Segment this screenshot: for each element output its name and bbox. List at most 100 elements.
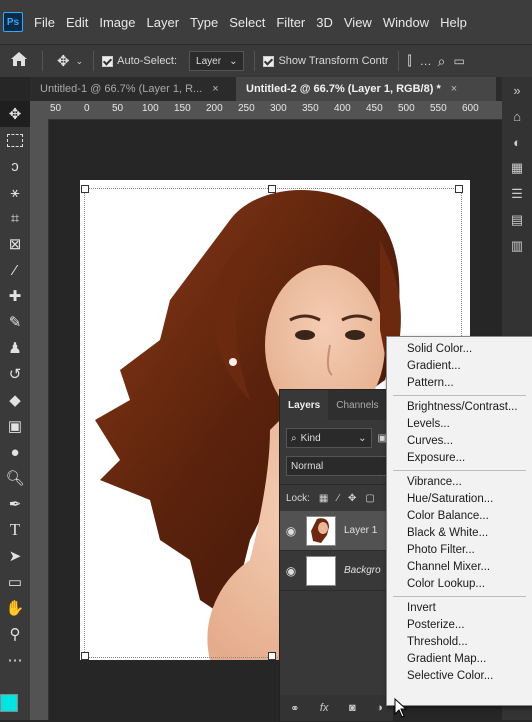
menu-item-curves[interactable]: Curves...	[387, 433, 532, 450]
menu-file[interactable]: File	[34, 15, 55, 30]
layer-row-background[interactable]: ◉ Backgro	[280, 551, 393, 591]
menu-item-posterize[interactable]: Posterize...	[387, 617, 532, 634]
menu-help[interactable]: Help	[440, 15, 467, 30]
menu-item-color-lookup[interactable]: Color Lookup...	[387, 576, 532, 593]
stamp-tool[interactable]: ♟	[0, 335, 30, 361]
add-mask-icon[interactable]: ◙	[349, 702, 356, 714]
menu-item-black-white[interactable]: Black & White...	[387, 525, 532, 542]
transform-handle[interactable]	[81, 185, 89, 193]
menu-item-photo-filter[interactable]: Photo Filter...	[387, 542, 532, 559]
libraries-icon[interactable]: ▥	[502, 233, 532, 259]
tab-layers[interactable]: Layers	[280, 390, 329, 420]
menu-item-solid-color[interactable]: Solid Color...	[387, 341, 532, 358]
menu-item-hue-saturation[interactable]: Hue/Saturation...	[387, 491, 532, 508]
menu-item-channel-mixer[interactable]: Channel Mixer...	[387, 559, 532, 576]
tab-untitled-1[interactable]: Untitled-1 @ 66.7% (Layer 1, R... ×	[30, 77, 236, 101]
lock-position-icon[interactable]: ✥	[348, 493, 356, 504]
lock-brush-icon[interactable]: ∕	[337, 493, 339, 504]
menu-filter[interactable]: Filter	[276, 15, 305, 30]
menu-item-selective-color[interactable]: Selective Color...	[387, 668, 532, 685]
menu-item-gradient[interactable]: Gradient...	[387, 358, 532, 375]
history-icon[interactable]: ⌂	[502, 103, 532, 129]
blur-tool[interactable]: ●	[0, 439, 30, 465]
auto-select-target-dropdown[interactable]: Layer ⌄	[189, 51, 245, 71]
workspace-icon[interactable]: ▭	[453, 54, 464, 68]
menu-3d[interactable]: 3D	[316, 15, 333, 30]
lock-pixels-icon[interactable]: ▦	[319, 493, 328, 504]
auto-select-checkbox[interactable]	[102, 55, 114, 67]
menu-edit[interactable]: Edit	[66, 15, 88, 30]
path-select-tool[interactable]: ➤	[0, 543, 30, 569]
menu-item-invert[interactable]: Invert	[387, 600, 532, 617]
home-icon[interactable]	[10, 51, 28, 71]
menu-layer[interactable]: Layer	[147, 15, 180, 30]
tab-channels[interactable]: Channels	[328, 390, 386, 420]
layer-row-layer-1[interactable]: ◉ Layer 1	[280, 511, 393, 551]
marquee-icon	[7, 133, 23, 147]
transform-handle[interactable]	[81, 652, 89, 660]
eraser-tool[interactable]: ◆	[0, 387, 30, 413]
menu-item-brightness-contrast[interactable]: Brightness/Contrast...	[387, 399, 532, 416]
close-icon[interactable]: ×	[212, 83, 218, 95]
auto-select-label: Auto-Select:	[117, 55, 178, 67]
transform-handle[interactable]	[268, 185, 276, 193]
gradient-tool[interactable]: ▣	[0, 413, 30, 439]
show-transform-checkbox[interactable]	[263, 55, 275, 67]
blend-mode-dropdown[interactable]: Normal	[286, 456, 387, 476]
visibility-eye-icon[interactable]: ◉	[280, 564, 302, 578]
tab-label: Untitled-2 @ 66.7% (Layer 1, RGB/8) *	[246, 83, 441, 95]
menu-item-vibrance[interactable]: Vibrance...	[387, 474, 532, 491]
fx-icon[interactable]: fx	[320, 702, 329, 714]
vertical-ruler	[30, 119, 49, 720]
blend-row: Normal	[280, 456, 393, 476]
search-icon[interactable]: ⌕	[438, 53, 446, 70]
transform-handle[interactable]	[268, 652, 276, 660]
rectangle-tool[interactable]: ▭	[0, 569, 30, 595]
healing-tool[interactable]: ✚	[0, 283, 30, 309]
color-icon[interactable]: ◐	[502, 129, 532, 155]
adjustments-icon[interactable]: ▤	[502, 207, 532, 233]
lasso-tool[interactable]: ↄ	[0, 153, 30, 179]
tab-untitled-2[interactable]: Untitled-2 @ 66.7% (Layer 1, RGB/8) * ×	[236, 77, 496, 101]
crop-tool[interactable]: ⌗	[0, 205, 30, 231]
frame-tool[interactable]: ⊠	[0, 231, 30, 257]
menu-select[interactable]: Select	[229, 15, 265, 30]
eyedropper-tool[interactable]: ⁄	[0, 257, 30, 283]
brush-tool[interactable]: ✎	[0, 309, 30, 335]
move-options-icon[interactable]: ✥	[57, 52, 70, 70]
close-icon[interactable]: ×	[451, 83, 457, 95]
chevron-down-icon[interactable]: ⌄	[76, 56, 84, 67]
zoom-tool[interactable]: ⚲	[0, 621, 30, 647]
menu-window[interactable]: Window	[383, 15, 429, 30]
foreground-color-swatch[interactable]	[0, 694, 18, 712]
pen-tool[interactable]: ✒	[0, 491, 30, 517]
hand-tool[interactable]: ✋	[0, 595, 30, 621]
menu-item-gradient-map[interactable]: Gradient Map...	[387, 651, 532, 668]
visibility-eye-icon[interactable]: ◉	[280, 524, 302, 538]
menu-type[interactable]: Type	[190, 15, 218, 30]
menu-item-pattern[interactable]: Pattern...	[387, 375, 532, 392]
link-layers-icon[interactable]: ⚭	[290, 702, 299, 715]
swatches-icon[interactable]: ▦	[502, 155, 532, 181]
transform-handle[interactable]	[455, 185, 463, 193]
menu-item-levels[interactable]: Levels...	[387, 416, 532, 433]
menu-item-exposure[interactable]: Exposure...	[387, 450, 532, 467]
magic-wand-tool[interactable]: ⚹	[0, 179, 30, 205]
menu-item-color-balance[interactable]: Color Balance...	[387, 508, 532, 525]
more-options-icon[interactable]: …	[420, 54, 432, 68]
properties-icon[interactable]: ☰	[502, 181, 532, 207]
menu-view[interactable]: View	[344, 15, 372, 30]
align-left-icon[interactable]: ⫿	[407, 53, 411, 69]
adjustment-layer-icon[interactable]: ◑	[376, 702, 383, 714]
kind-filter-dropdown[interactable]: ⌕ Kind ⌄	[286, 428, 372, 448]
more-tools[interactable]: ⋯	[0, 647, 30, 673]
menu-image[interactable]: Image	[99, 15, 135, 30]
collapse-panels-icon[interactable]: »	[502, 77, 532, 103]
marquee-tool[interactable]	[0, 127, 30, 153]
lock-artboard-icon[interactable]: ▢	[365, 493, 374, 504]
dodge-tool[interactable]: 🔍︎	[0, 465, 30, 491]
menu-item-threshold[interactable]: Threshold...	[387, 634, 532, 651]
history-brush-tool[interactable]: ↺	[0, 361, 30, 387]
move-tool[interactable]: ✥	[0, 101, 30, 127]
type-tool[interactable]: T	[0, 517, 30, 543]
